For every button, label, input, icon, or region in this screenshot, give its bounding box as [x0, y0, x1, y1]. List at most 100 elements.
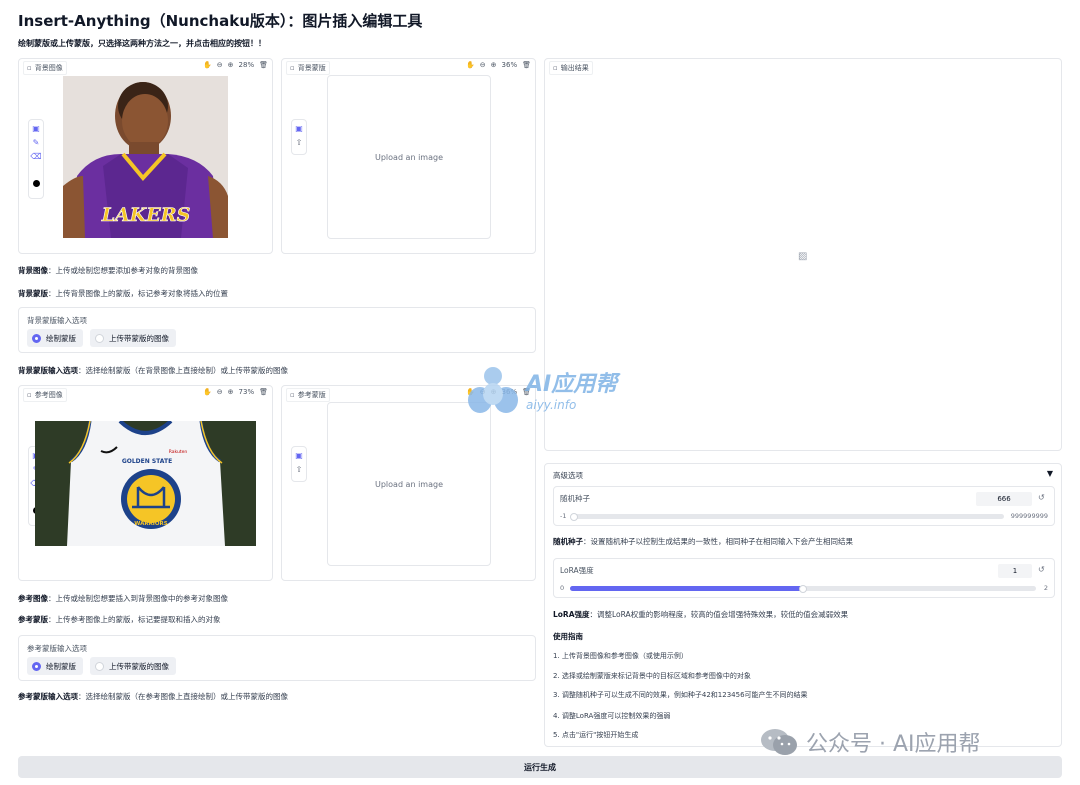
- seed-input[interactable]: 666: [976, 492, 1032, 506]
- zoom-level: 28%: [238, 61, 255, 69]
- radio-selected-icon: [32, 333, 41, 343]
- seed-reset-icon[interactable]: ↺: [1038, 493, 1045, 502]
- ref-mask-option-label: 参考蒙版输入选项: [27, 644, 87, 653]
- bg-mask-upload-area[interactable]: Upload an image: [327, 75, 491, 239]
- output-panel: ▫ 输出结果 ▨: [544, 58, 1062, 451]
- jersey-team-text: WARRIORS: [134, 521, 168, 527]
- seed-knob[interactable]: [570, 512, 578, 521]
- jersey-state-text: GOLDEN STATE: [122, 458, 172, 465]
- image-icon: ▫: [553, 64, 558, 72]
- watermark-url: aiyy.info: [526, 398, 577, 412]
- radio-unselected-icon: [95, 661, 104, 671]
- bg-mask-panel[interactable]: ▫ 背景蒙版 ✋ ⊖ ⊕ 36% 🗑 ▣ ⇧ Upload an image: [281, 58, 536, 254]
- guide-item: 2. 选择或绘制蒙版来标记背景中的目标区域和参考图像中的对象: [553, 672, 751, 680]
- bg-image-desc: 背景图像：上传或绘制您想要添加参考对象的背景图像: [18, 266, 198, 275]
- ref-mask-upload-area[interactable]: Upload an image: [327, 402, 491, 566]
- lora-input[interactable]: 1: [998, 564, 1032, 578]
- radio-selected-icon: [32, 661, 41, 671]
- guide-title: 使用指南: [553, 632, 583, 641]
- zoom-in-icon[interactable]: ⊕: [228, 61, 234, 69]
- delete-icon[interactable]: 🗑: [259, 388, 268, 396]
- brush-icon[interactable]: ✎: [33, 138, 40, 148]
- bg-mask-label: ▫ 背景蒙版: [286, 61, 330, 75]
- collapse-triangle-icon[interactable]: ▼: [1047, 469, 1053, 478]
- bg-mask-desc: 背景蒙版：上传背景图像上的蒙版，标记参考对象将插入的位置: [18, 289, 228, 298]
- lora-reset-icon[interactable]: ↺: [1038, 565, 1045, 574]
- advanced-header[interactable]: 高级选项 ▼: [545, 464, 1061, 484]
- output-label: ▫ 输出结果: [549, 61, 593, 75]
- guide-item: 3. 调整随机种子可以生成不同的效果，例如种子42和123456可能产生不同的结…: [553, 691, 808, 699]
- eraser-icon[interactable]: ⌫: [30, 152, 41, 162]
- bg-image-toolbar: ✋ ⊖ ⊕ 28% 🗑: [203, 61, 268, 69]
- ref-option-draw-mask[interactable]: 绘制蒙版: [27, 657, 83, 675]
- lora-label: LoRA强度: [560, 566, 594, 575]
- delete-icon[interactable]: 🗑: [259, 61, 268, 69]
- ref-option-upload-mask[interactable]: 上传带蒙版的图像: [90, 657, 176, 675]
- zoom-in-icon[interactable]: ⊕: [491, 61, 497, 69]
- instruction-text: 绘制蒙版或上传蒙版，只选择这两种方法之一，并点击相应的按钮！！: [18, 39, 266, 48]
- radio-unselected-icon: [95, 333, 104, 343]
- lora-fill: [570, 586, 803, 591]
- ref-mask-label: ▫ 参考蒙版: [286, 388, 330, 402]
- lakers-wordmark: LAKERS: [101, 204, 191, 226]
- ref-image-label: ▫ 参考图像: [23, 388, 67, 402]
- zoom-level: 73%: [238, 388, 255, 396]
- page-title: Insert-Anything（Nunchaku版本）：图片插入编辑工具: [18, 12, 423, 30]
- ref-mask-desc: 参考蒙版：上传参考图像上的蒙版，标记要提取和插入的对象: [18, 615, 221, 624]
- lora-knob[interactable]: [799, 584, 807, 593]
- image-icon: ▫: [27, 391, 32, 399]
- zoom-out-icon[interactable]: ⊖: [480, 61, 486, 69]
- bg-mask-option-label: 背景蒙版输入选项: [27, 316, 87, 325]
- bg-mask-tools: ▣ ⇧: [291, 119, 307, 155]
- ref-mask-tools: ▣ ⇧: [291, 446, 307, 482]
- jersey-sponsor-text: Rakuten: [169, 449, 188, 455]
- ref-mask-option-group: 参考蒙版输入选项 绘制蒙版 上传带蒙版的图像: [18, 635, 536, 681]
- watermark-logo-icon: [468, 367, 518, 413]
- seed-min: -1: [560, 512, 567, 520]
- pan-icon[interactable]: ✋: [466, 61, 475, 69]
- ref-image-toolbar: ✋ ⊖ ⊕ 73% 🗑: [203, 388, 268, 396]
- seed-label: 随机种子: [560, 494, 590, 503]
- pan-icon[interactable]: ✋: [203, 61, 212, 69]
- guide-item: 4. 调整LoRA强度可以控制效果的强弱: [553, 712, 671, 720]
- zoom-out-icon[interactable]: ⊖: [217, 388, 223, 396]
- bg-option-upload-mask[interactable]: 上传带蒙版的图像: [90, 329, 176, 347]
- background-image-kobe: LAKERS: [63, 76, 228, 238]
- guide-item: 5. 点击"运行"按钮开始生成: [553, 731, 639, 739]
- bg-option-draw-mask[interactable]: 绘制蒙版: [27, 329, 83, 347]
- lora-desc: LoRA强度：调整LoRA权重的影响程度，较高的值会增强特殊效果，较低的值会减弱…: [553, 610, 849, 619]
- bg-draw-toolbar: ▣ ✎ ⌫: [28, 119, 44, 199]
- image-tool-icon[interactable]: ▣: [295, 124, 303, 134]
- ref-image-desc: 参考图像：上传或绘制您想要插入到背景图像中的参考对象图像: [18, 594, 228, 603]
- upload-icon[interactable]: ⇧: [296, 465, 303, 475]
- ai-watermark: AI应用帮 aiyy.info: [466, 364, 617, 414]
- bg-mask-toolbar: ✋ ⊖ ⊕ 36% 🗑: [466, 61, 531, 69]
- seed-track[interactable]: [574, 514, 1004, 519]
- reference-image-jersey: GOLDEN STATE WARRIORS Rakuten: [35, 421, 256, 546]
- bg-image-label: ▫ 背景图像: [23, 61, 67, 75]
- seed-slider-box: 随机种子 666 ↺ -1 999999999: [553, 486, 1055, 526]
- upload-icon[interactable]: ⇧: [296, 138, 303, 148]
- bg-mask-option-group: 背景蒙版输入选项 绘制蒙版 上传带蒙版的图像: [18, 307, 536, 353]
- seed-max: 999999999: [1010, 512, 1048, 520]
- run-generate-button[interactable]: 运行生成: [18, 756, 1062, 778]
- watermark-title: AI应用帮: [526, 372, 618, 397]
- advanced-options: 高级选项 ▼ 随机种子 666 ↺ -1 999999999 随机种子：设置随机…: [544, 463, 1062, 747]
- delete-icon[interactable]: 🗑: [522, 61, 531, 69]
- ref-mask-panel[interactable]: ▫参考蒙版 ✋ ⊖ ⊕ 36% 🗑 ▣ ⇧ Upload an image: [281, 385, 536, 581]
- image-icon: ▫: [290, 391, 295, 399]
- wechat-watermark: 公众号 · AI应用帮: [760, 726, 981, 758]
- brush-color-dot[interactable]: [32, 180, 40, 187]
- zoom-out-icon[interactable]: ⊖: [217, 61, 223, 69]
- pan-icon[interactable]: ✋: [203, 388, 212, 396]
- image-tool-icon[interactable]: ▣: [32, 124, 40, 134]
- lora-max: 2: [1043, 584, 1048, 592]
- output-placeholder-icon: ▨: [798, 251, 808, 262]
- bg-option-desc: 背景蒙版输入选项：选择绘制蒙版（在背景图像上直接绘制）或上传带蒙版的图像: [18, 366, 288, 375]
- lora-min: 0: [560, 584, 565, 592]
- image-icon: ▫: [27, 64, 32, 72]
- zoom-in-icon[interactable]: ⊕: [228, 388, 234, 396]
- zoom-level: 36%: [501, 61, 518, 69]
- ref-option-desc: 参考蒙版输入选项：选择绘制蒙版（在参考图像上直接绘制）或上传带蒙版的图像: [18, 692, 288, 701]
- image-tool-icon[interactable]: ▣: [295, 451, 303, 461]
